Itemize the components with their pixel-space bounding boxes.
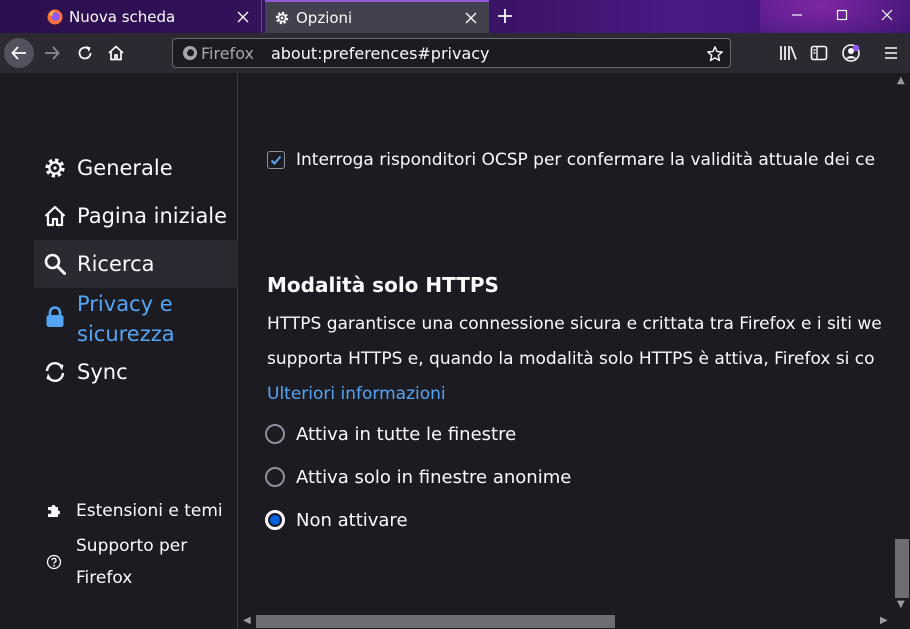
library-button[interactable] [777,42,799,64]
https-description-line1: HTTPS garantisce una connessione sicura … [267,314,882,334]
scroll-down-arrow-icon[interactable]: ▼ [897,600,905,610]
extensions-link[interactable]: Estensioni e temi [44,495,223,527]
https-description-line2: supporta HTTPS e, quando la modalità sol… [267,349,875,369]
radio-label: Non attivare [296,509,408,531]
radio-label: Attiva in tutte le finestre [296,423,517,445]
radio-button[interactable] [265,424,285,444]
firefox-icon [182,45,198,61]
category-sync[interactable]: Sync [34,357,238,391]
tab-opzioni[interactable]: Opzioni [265,0,489,33]
radio-label: Attiva solo in finestre anonime [296,466,572,488]
tab-label: Opzioni [296,8,353,27]
help-icon [44,552,64,572]
back-button[interactable] [4,38,34,68]
support-link[interactable]: Supporto per Firefox [44,530,187,594]
puzzle-icon [44,501,64,521]
nav-bar: Firefox [0,33,910,73]
account-button[interactable] [840,42,862,64]
scroll-up-arrow-icon[interactable]: ▲ [897,76,905,86]
vertical-scroll-thumb[interactable] [895,539,909,598]
sidebar-icon [810,45,828,61]
identity-label[interactable]: Firefox [201,44,254,63]
account-icon [842,44,860,62]
horizontal-scrollbar[interactable]: ◀ ▶ [239,614,894,629]
menu-button[interactable] [880,42,902,64]
home-button[interactable] [101,38,131,68]
category-label: Privacy e sicurezza [77,289,175,349]
lock-icon [42,304,68,330]
category-label-line1: Privacy e [77,292,173,316]
support-label: Supporto per Firefox [76,530,187,594]
horizontal-scroll-thumb[interactable] [256,615,615,628]
preferences-content: Interroga risponditori OCSP per conferma… [239,73,894,614]
reload-button[interactable] [70,38,100,68]
bookmark-star-icon[interactable] [706,45,724,63]
https-option-all-windows[interactable]: Attiva in tutte le finestre [265,421,516,447]
sync-icon [42,359,68,385]
scroll-left-arrow-icon[interactable]: ◀ [243,616,251,626]
gear-icon [42,155,68,181]
support-label-line2: Firefox [76,568,133,588]
sidebar-button[interactable] [808,42,830,64]
search-icon [42,251,68,277]
category-label: Ricerca [77,252,155,276]
close-icon[interactable] [463,10,479,26]
firefox-icon [47,9,63,25]
ocsp-label: Interroga risponditori OCSP per conferma… [296,150,876,170]
vertical-scrollbar[interactable]: ▲ ▼ [894,73,910,614]
gear-icon [274,10,290,26]
category-label: Pagina iniziale [77,204,228,228]
category-label: Generale [77,156,173,180]
checkmark-icon [270,155,282,165]
category-generale[interactable]: Generale [34,153,238,187]
arrow-left-icon [11,46,26,60]
home-icon [108,45,124,61]
url-bar[interactable]: Firefox [172,38,731,68]
forward-button[interactable] [37,38,67,68]
https-option-disable[interactable]: Non attivare [265,507,408,533]
close-icon[interactable] [235,9,251,25]
category-label: Sync [77,360,128,384]
extensions-label: Estensioni e temi [76,501,223,521]
url-input[interactable] [270,43,691,63]
tab-label: Nuova scheda [69,7,176,26]
close-window-button[interactable] [864,0,910,30]
scroll-right-arrow-icon[interactable]: ▶ [880,616,888,626]
https-only-title: Modalità solo HTTPS [267,273,499,297]
tab-strip: Nuova scheda Opzioni [0,0,910,33]
category-privacy-sicurezza[interactable]: Privacy e sicurezza [34,288,238,350]
minimize-button[interactable] [774,0,820,30]
learn-more-link[interactable]: Ulteriori informazioni [267,382,446,406]
tab-nuova-scheda[interactable]: Nuova scheda [38,0,262,33]
maximize-button[interactable] [819,0,865,30]
scrollbar-corner [894,614,910,629]
preferences-sidebar: Generale Pagina iniziale Ricerca Privacy… [0,73,238,629]
radio-button[interactable] [265,467,285,487]
ocsp-option[interactable]: Interroga risponditori OCSP per conferma… [267,147,894,173]
ocsp-checkbox[interactable] [267,151,285,169]
category-ricerca[interactable]: Ricerca [34,240,238,288]
radio-button-selected[interactable] [265,510,285,530]
category-pagina-iniziale[interactable]: Pagina iniziale [34,201,238,235]
home-icon [42,203,68,229]
reload-icon [78,46,92,60]
library-icon [780,46,797,60]
new-tab-button[interactable] [494,5,516,27]
arrow-right-icon [45,46,60,60]
https-option-private-windows[interactable]: Attiva solo in finestre anonime [265,464,571,490]
category-label-line2: sicurezza [77,322,175,346]
hamburger-icon [885,47,897,59]
support-label-line1: Supporto per [76,536,188,556]
